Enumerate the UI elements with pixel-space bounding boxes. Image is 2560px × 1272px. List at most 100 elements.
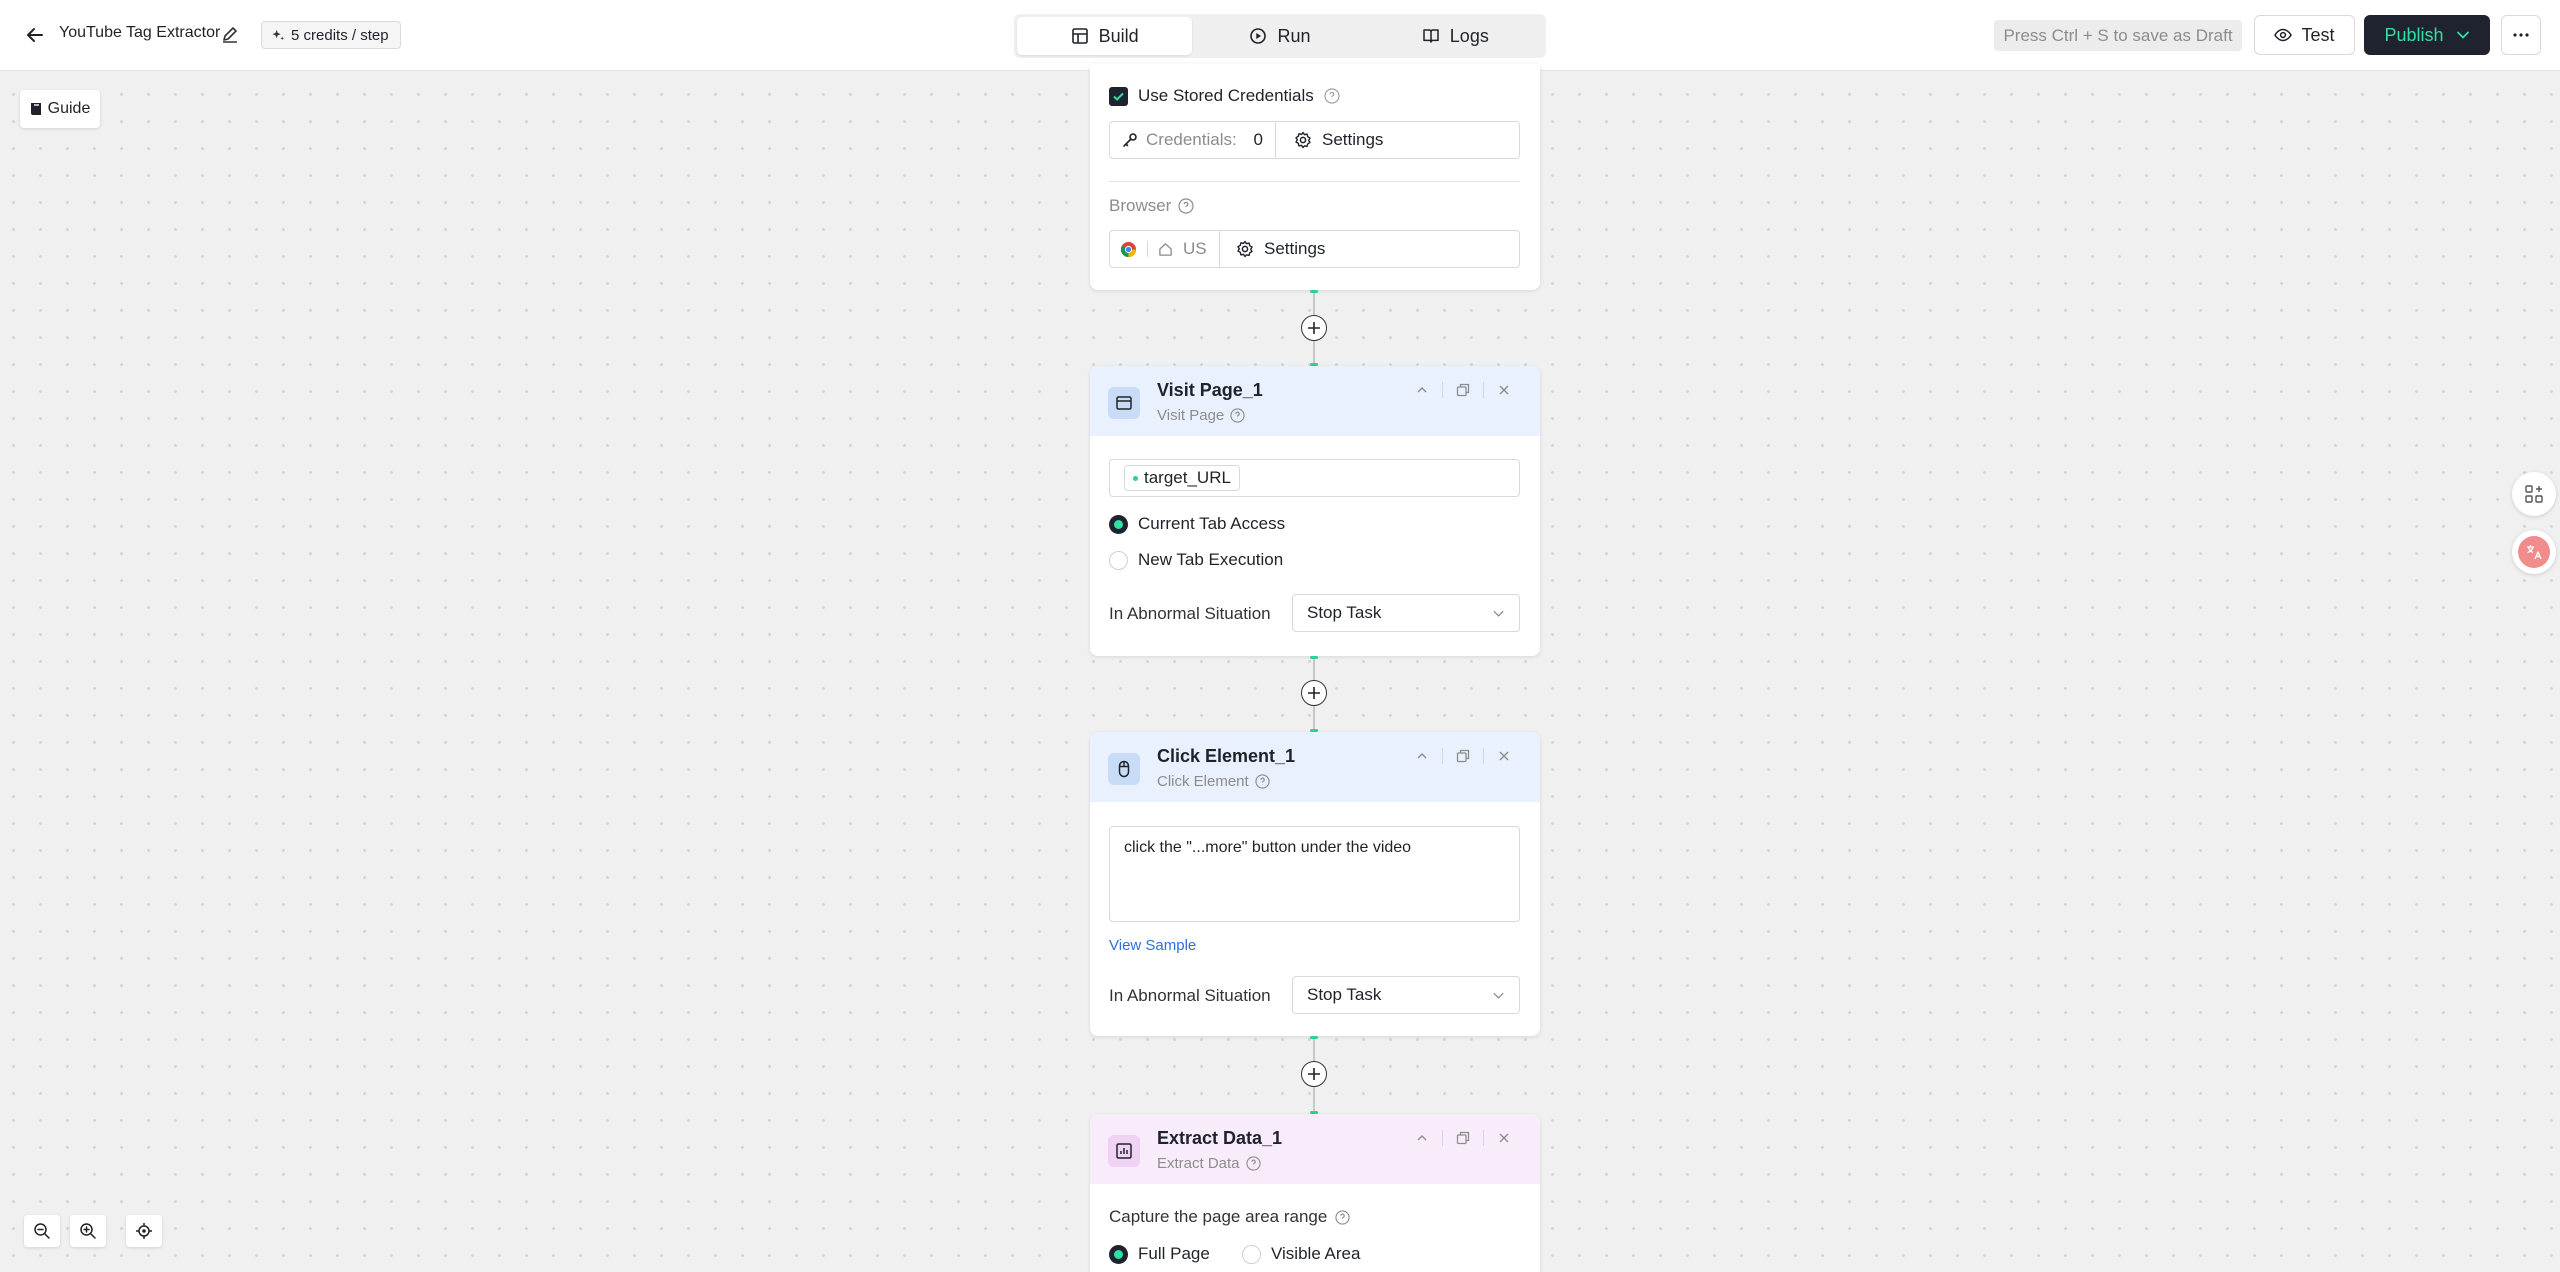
abnormal-situation-select[interactable]: Stop Task	[1292, 594, 1520, 632]
more-dots-icon	[2513, 33, 2529, 37]
credentials-settings-label: Settings	[1322, 130, 1384, 149]
radio-unselected[interactable]	[1109, 550, 1128, 570]
plus-icon	[1308, 1068, 1320, 1080]
copy-icon[interactable]	[1443, 744, 1483, 768]
browser-label: Browser	[1109, 196, 1172, 215]
node-actions	[1402, 744, 1524, 768]
node-title: Extract Data_1	[1157, 1128, 1283, 1148]
node-title: Click Element_1	[1157, 746, 1296, 766]
browser-label-row: Browser	[1109, 196, 1194, 216]
apps-grid-button[interactable]	[2512, 472, 2556, 516]
copy-icon[interactable]	[1443, 378, 1483, 402]
chevron-down-icon	[1493, 610, 1504, 617]
chevron-down-icon	[2456, 31, 2469, 39]
credentials-count: 0	[1253, 130, 1263, 149]
extract-data-card[interactable]: Extract Data_1 Extract Data Capture the …	[1090, 1114, 1540, 1272]
edit-pencil-icon[interactable]	[220, 24, 240, 44]
more-menu-button[interactable]	[2501, 15, 2541, 55]
sparkle-icon	[272, 29, 285, 40]
collapse-chevron-up-icon[interactable]	[1402, 378, 1442, 402]
collapse-chevron-up-icon[interactable]	[1402, 744, 1442, 768]
close-icon[interactable]	[1484, 744, 1524, 768]
tab-logs[interactable]: Logs	[1368, 17, 1543, 55]
tab-run[interactable]: Run	[1192, 17, 1367, 55]
help-icon	[1335, 1209, 1350, 1225]
node-type-label: Visit Page	[1157, 407, 1225, 424]
divider	[1109, 181, 1520, 182]
browser-settings-button[interactable]: Settings	[1220, 231, 1341, 267]
click-instruction-textarea[interactable]: click the "...more" button under the vid…	[1109, 826, 1520, 922]
zoom-out-icon	[34, 1223, 50, 1239]
add-step-button[interactable]	[1301, 1061, 1327, 1087]
browser-settings-label: Settings	[1264, 239, 1326, 258]
help-icon	[1324, 88, 1340, 104]
radio-visible-area[interactable]: Visible Area	[1242, 1244, 1360, 1264]
credentials-count-group: Credentials: 0	[1110, 122, 1276, 158]
node-actions	[1402, 378, 1524, 402]
capture-range-label: Capture the page area range	[1109, 1207, 1328, 1226]
book-mark-icon	[30, 103, 41, 115]
click-element-header: Click Element_1 Click Element	[1090, 732, 1540, 802]
tab-build[interactable]: Build	[1017, 17, 1193, 55]
guide-label: Guide	[47, 100, 91, 117]
key-icon	[1123, 133, 1137, 147]
use-stored-credentials-label: Use Stored Credentials	[1138, 86, 1314, 105]
book-icon	[1423, 29, 1439, 43]
zoom-in-icon	[80, 1223, 96, 1239]
help-icon	[1230, 408, 1245, 423]
use-stored-credentials-row[interactable]: Use Stored Credentials	[1109, 86, 1340, 106]
add-step-button[interactable]	[1301, 680, 1327, 706]
add-step-button[interactable]	[1301, 315, 1327, 341]
help-icon	[1245, 1156, 1261, 1171]
abnormal-situation-label: In Abnormal Situation	[1109, 986, 1271, 1005]
radio-full-page[interactable]: Full Page	[1109, 1244, 1210, 1264]
url-variable-input[interactable]: target_URL	[1109, 459, 1520, 497]
chrome-icon	[1120, 241, 1137, 257]
back-arrow-icon[interactable]	[22, 22, 48, 48]
node-type-label: Extract Data	[1157, 1155, 1240, 1172]
credits-text: 5 credits / step	[291, 26, 389, 44]
collapse-chevron-up-icon[interactable]	[1402, 1126, 1442, 1150]
radio-new-tab[interactable]: New Tab Execution	[1109, 550, 1283, 570]
credits-badge: 5 credits / step	[261, 21, 401, 49]
publish-button[interactable]: Publish	[2364, 15, 2490, 55]
radio-label: Full Page	[1138, 1244, 1210, 1263]
credentials-label: Credentials:	[1146, 130, 1237, 149]
browser-field: US Settings	[1109, 230, 1520, 268]
grid-plus-icon	[2525, 485, 2543, 503]
close-icon[interactable]	[1484, 378, 1524, 402]
credentials-settings-button[interactable]: Settings	[1276, 122, 1401, 158]
abnormal-situation-label: In Abnormal Situation	[1109, 604, 1271, 623]
browser-type-group[interactable]: US	[1110, 231, 1220, 267]
save-draft-hint: Press Ctrl + S to save as Draft	[1994, 20, 2242, 51]
test-label: Test	[2301, 24, 2335, 45]
abnormal-situation-select[interactable]: Stop Task	[1292, 976, 1520, 1014]
help-icon	[1255, 774, 1270, 789]
visit-page-card[interactable]: Visit Page_1 Visit Page target_URL Curre…	[1090, 366, 1540, 656]
node-title: Visit Page_1	[1157, 380, 1263, 400]
zoom-out-button[interactable]	[24, 1215, 60, 1247]
close-icon[interactable]	[1484, 1126, 1524, 1150]
radio-current-tab[interactable]: Current Tab Access	[1109, 514, 1285, 534]
test-button[interactable]: Test	[2254, 15, 2355, 55]
click-element-card[interactable]: Click Element_1 Click Element click the …	[1090, 732, 1540, 1036]
guide-button[interactable]: Guide	[20, 90, 100, 128]
connector-port	[1310, 1036, 1318, 1039]
copy-icon[interactable]	[1443, 1126, 1483, 1150]
tab-build-label: Build	[1098, 25, 1139, 46]
fit-view-button[interactable]	[126, 1215, 162, 1247]
radio-selected[interactable]	[1109, 514, 1128, 534]
radio-label: Current Tab Access	[1138, 514, 1286, 533]
radio-unselected[interactable]	[1242, 1244, 1261, 1264]
gear-icon	[1295, 131, 1311, 149]
radio-selected[interactable]	[1109, 1244, 1128, 1264]
view-sample-link[interactable]: View Sample	[1109, 937, 1196, 954]
checkbox-checked[interactable]	[1109, 86, 1128, 106]
zoom-in-button[interactable]	[70, 1215, 106, 1247]
app-title: YouTube Tag Extractor	[59, 24, 221, 41]
help-icon	[1178, 198, 1194, 214]
browser-region: US	[1183, 239, 1207, 258]
translate-button[interactable]	[2512, 530, 2556, 574]
status-dot	[1133, 475, 1138, 481]
credentials-field: Credentials: 0 Settings	[1109, 121, 1520, 159]
